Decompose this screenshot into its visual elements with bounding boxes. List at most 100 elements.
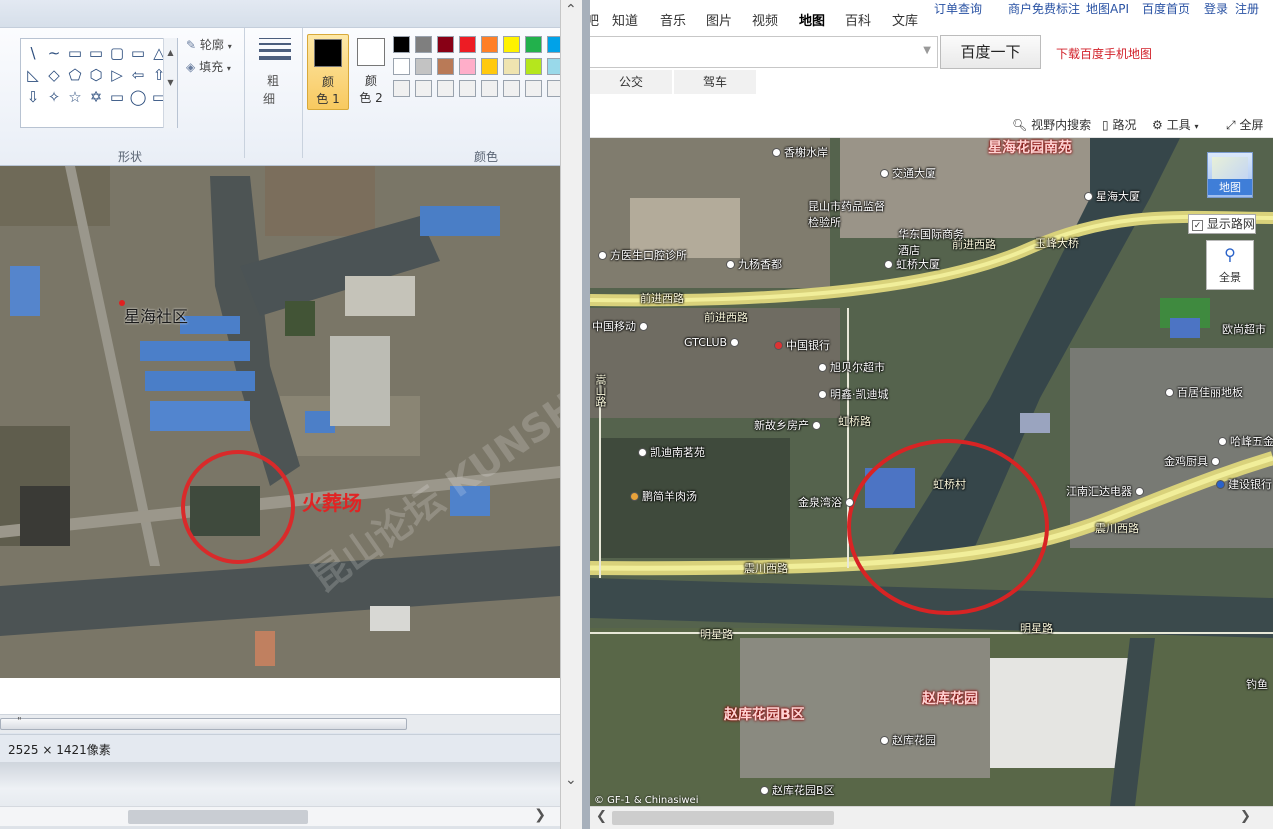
scroll-right-arrow-icon[interactable]: ❯	[1240, 809, 1251, 824]
poi-label[interactable]: 旭贝尔超市	[818, 359, 885, 375]
poi-label[interactable]: 哈峰五金	[1218, 433, 1273, 449]
palette-swatch[interactable]	[415, 58, 432, 75]
palette-swatch[interactable]	[503, 80, 520, 97]
nav-item-prefix[interactable]: 吧	[590, 10, 599, 29]
color2-button[interactable]: 颜 色 2	[350, 34, 392, 110]
shape-tool-icon[interactable]: ⇦	[128, 65, 148, 85]
satellite-map[interactable]: 星海花园南苑 赵库花园B区 赵库花园 前进西路 前进西路 前进西路 玉峰大桥 震…	[590, 138, 1273, 806]
shape-tool-icon[interactable]: ▭	[128, 43, 148, 63]
nav-item-map[interactable]: 地图	[799, 10, 825, 29]
poi-label[interactable]: 九杨香都	[726, 256, 782, 272]
palette-swatch[interactable]	[437, 58, 454, 75]
poi-label[interactable]: 金鸡厨具	[1164, 453, 1223, 469]
outline-button[interactable]: ✎ 轮廓 ▾	[186, 36, 232, 53]
shape-tool-icon[interactable]: ☆	[65, 87, 85, 107]
nav-item-baike[interactable]: 百科	[845, 10, 871, 29]
palette-swatch[interactable]	[393, 36, 410, 53]
poi-label[interactable]: 星海大厦	[1084, 188, 1140, 204]
poi-label[interactable]: 赵库花园	[880, 732, 936, 748]
link-order-query[interactable]: 订单查询	[934, 0, 982, 17]
color1-button[interactable]: 颜 色 1	[307, 34, 349, 110]
scroll-right-arrow-icon[interactable]: ❯	[534, 807, 546, 823]
search-dropdown-icon[interactable]: ▼	[923, 45, 931, 56]
poi-label[interactable]: 江南汇达电器	[1066, 483, 1147, 499]
palette-swatch[interactable]	[481, 80, 498, 97]
page-horizontal-scrollbar[interactable]: ❮ ❯	[590, 806, 1273, 829]
palette-swatch[interactable]	[481, 36, 498, 53]
scrollbar-thumb[interactable]	[612, 811, 834, 825]
scrollbar-thumb[interactable]	[128, 810, 308, 824]
fill-button[interactable]: ◈ 填充 ▾	[186, 58, 231, 75]
palette-swatch[interactable]	[415, 80, 432, 97]
outer-horizontal-scrollbar[interactable]: ❯	[0, 806, 560, 826]
palette-swatch[interactable]	[503, 58, 520, 75]
poi-label[interactable]: 中国移动	[592, 318, 651, 334]
tools-button[interactable]: ⚙ 工具 ▾	[1152, 116, 1198, 133]
tab-bus[interactable]: 公交	[590, 70, 672, 94]
palette-swatch[interactable]	[525, 58, 542, 75]
search-button[interactable]: 百度一下	[940, 35, 1041, 69]
shape-tool-icon[interactable]: ▢	[107, 43, 127, 63]
palette-swatch[interactable]	[525, 80, 542, 97]
scroll-left-arrow-icon[interactable]: ❮	[596, 809, 607, 824]
palette-swatch[interactable]	[393, 58, 410, 75]
poi-label[interactable]: 欧尚超市	[1222, 321, 1266, 337]
poi-label[interactable]: 明鑫·凯迪城	[818, 386, 889, 402]
poi-label[interactable]: 方医生口腔诊所	[598, 247, 687, 263]
poi-label[interactable]: GTCLUB	[684, 336, 742, 349]
shape-tool-icon[interactable]: ◯	[128, 87, 148, 107]
panorama-button[interactable]: ⚲ 全景	[1206, 240, 1254, 290]
palette-swatch[interactable]	[481, 58, 498, 75]
nav-item-zhidao[interactable]: 知道	[612, 10, 638, 29]
size-button[interactable]: 粗 细	[257, 36, 293, 116]
poi-label[interactable]: 嵩山路	[592, 374, 608, 407]
shape-tool-icon[interactable]: ∼	[44, 43, 64, 63]
map-search-input[interactable]: ▼	[590, 36, 938, 68]
view-search-button[interactable]: 🔍︎ 视野内搜索	[1012, 116, 1091, 133]
palette-swatch[interactable]	[547, 80, 560, 97]
palette-swatch[interactable]	[459, 36, 476, 53]
shape-tool-icon[interactable]: ✡	[86, 87, 106, 107]
link-merchant-mark[interactable]: 商户免费标注	[1008, 0, 1080, 17]
traffic-button[interactable]: ▯ 路况	[1102, 116, 1136, 133]
palette-swatch[interactable]	[415, 36, 432, 53]
show-roads-toggle[interactable]: ✓ 显示路网	[1188, 214, 1256, 234]
poi-label[interactable]: 建设银行	[1216, 476, 1272, 492]
download-mobile-map-link[interactable]: 下载百度手机地图	[1056, 45, 1152, 62]
nav-item-music[interactable]: 音乐	[660, 10, 686, 29]
checkbox-checked-icon[interactable]: ✓	[1192, 220, 1203, 231]
link-login[interactable]: 登录	[1204, 0, 1228, 17]
palette-swatch[interactable]	[525, 36, 542, 53]
shapes-gallery[interactable]: \ ∼ ▭ ▭ ▢ ▭ △ ◺ ◇ ⬠ ⬡ ▷ ⇦ ⇧ ⇩ ✧ ☆ ✡ ▭ ◯ ▭	[20, 38, 178, 128]
poi-label[interactable]: 百居佳丽地板	[1165, 384, 1243, 400]
shape-tool-icon[interactable]: ▭	[86, 43, 106, 63]
tab-drive[interactable]: 驾车	[674, 70, 756, 94]
shape-tool-icon[interactable]: ⇩	[23, 87, 43, 107]
nav-item-image[interactable]: 图片	[706, 10, 732, 29]
poi-label[interactable]: 赵库花园B区	[760, 782, 835, 798]
nav-item-wenku[interactable]: 文库	[892, 10, 918, 29]
palette-swatch[interactable]	[547, 58, 560, 75]
scrollbar-thumb[interactable]: "	[0, 716, 407, 730]
shape-tool-icon[interactable]: \	[23, 43, 43, 63]
poi-label[interactable]: 香榭水岸	[772, 144, 828, 160]
poi-label[interactable]: 鹏简羊肉汤	[630, 488, 697, 504]
shape-tool-icon[interactable]: ✧	[44, 87, 64, 107]
palette-swatch[interactable]	[503, 36, 520, 53]
nav-item-video[interactable]: 视频	[752, 10, 778, 29]
vertical-scrollbar[interactable]: ⌃ ⌄	[560, 0, 582, 829]
palette-swatch[interactable]	[459, 80, 476, 97]
shapes-gallery-scroll[interactable]: ▲ ▼	[163, 38, 177, 128]
palette-swatch[interactable]	[437, 80, 454, 97]
palette-swatch[interactable]	[393, 80, 410, 97]
scroll-down-arrow-icon[interactable]: ⌄	[565, 772, 577, 788]
palette-swatch[interactable]	[459, 58, 476, 75]
poi-label[interactable]: 交通大厦	[880, 165, 936, 181]
link-register[interactable]: 注册	[1235, 0, 1259, 17]
shape-tool-icon[interactable]: ⬠	[65, 65, 85, 85]
shape-tool-icon[interactable]: ▭	[65, 43, 85, 63]
poi-label[interactable]: 金泉湾浴	[798, 494, 857, 510]
fullscreen-button[interactable]: ⤢ 全屏	[1226, 116, 1263, 133]
scroll-up-arrow-icon[interactable]: ⌃	[565, 2, 577, 18]
poi-label[interactable]: 凯迪南茗苑	[638, 444, 705, 460]
